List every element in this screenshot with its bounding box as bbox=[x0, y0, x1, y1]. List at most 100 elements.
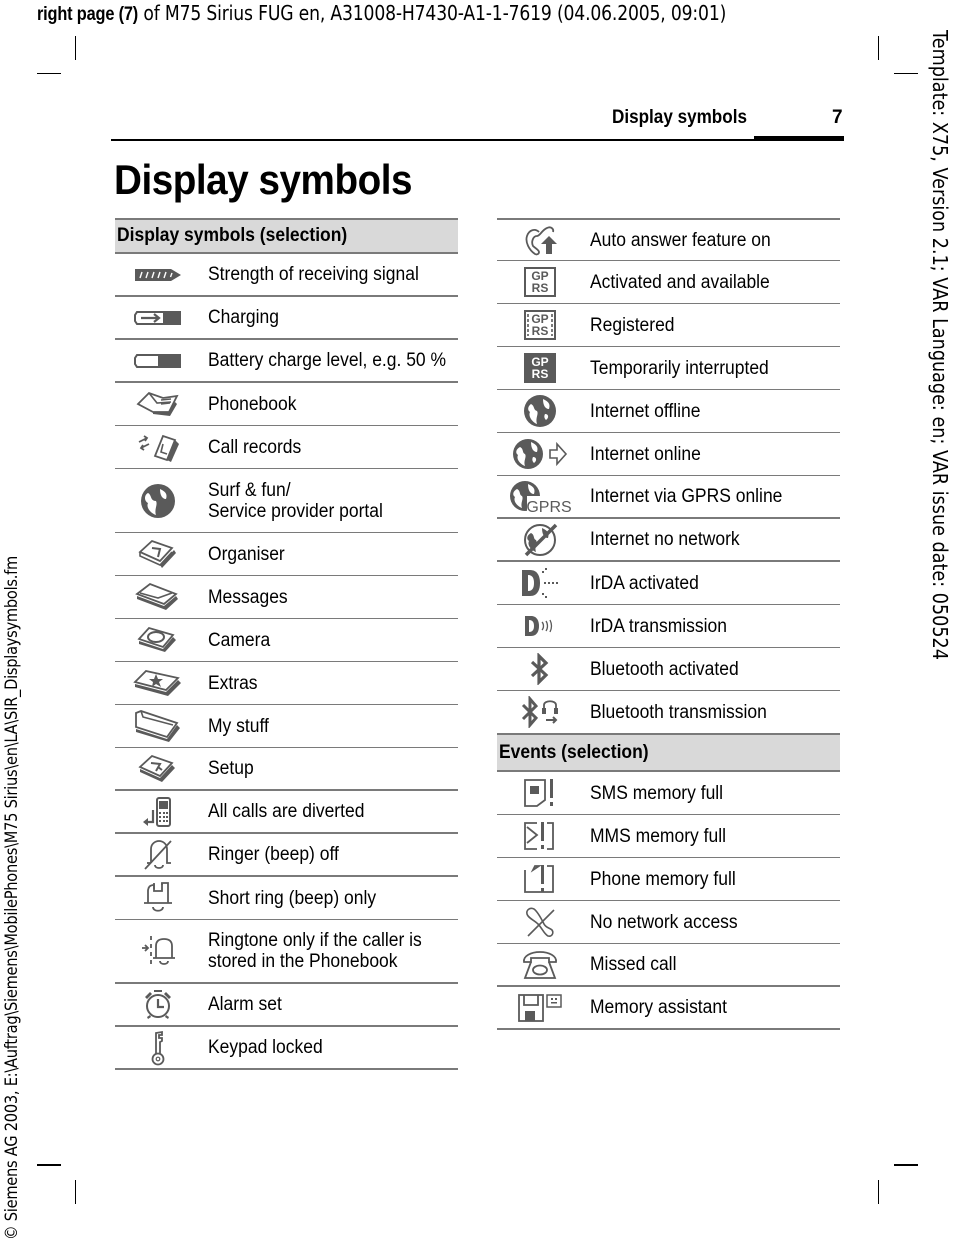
file-path-text: © Siemens AG 2003, E:\Auftrag\Siemens\Mo… bbox=[2, 555, 22, 1240]
table-row: Ringer (beep) off bbox=[115, 834, 458, 877]
internet-no-network-icon bbox=[497, 523, 583, 557]
ringtone-phonebook-icon bbox=[115, 934, 201, 968]
table-row: Extras bbox=[115, 662, 458, 705]
no-network-icon bbox=[497, 906, 583, 938]
row-label: Short ring (beep) only bbox=[208, 887, 377, 909]
row-label: Auto answer feature on bbox=[590, 229, 771, 251]
display-symbols-table-continued: Auto answer feature on GP RS Activated an… bbox=[497, 218, 840, 1030]
row-label: Memory assistant bbox=[590, 997, 727, 1018]
mms-memory-full-icon bbox=[497, 821, 583, 851]
template-note: Template: X75, Version 2.1; VAR Language… bbox=[928, 30, 952, 746]
row-label: Registered bbox=[590, 314, 675, 336]
internet-gprs-icon: GPRS bbox=[497, 480, 583, 514]
section-header-label: Events (selection) bbox=[499, 741, 649, 763]
row-label: Service provider portal bbox=[208, 500, 383, 522]
alarm-clock-icon bbox=[115, 989, 201, 1021]
table-row: MMS memory full bbox=[497, 815, 840, 858]
table-row: IrDA transmission bbox=[497, 605, 840, 648]
section-header: Display symbols (selection) bbox=[115, 218, 458, 254]
row-label: Ringtone only if the caller is bbox=[208, 930, 422, 951]
irda-activated-icon bbox=[497, 567, 583, 599]
row-label: Internet no network bbox=[590, 529, 740, 550]
row-label: Ringer (beep) off bbox=[208, 844, 339, 865]
table-row: IrDA activated bbox=[497, 562, 840, 605]
row-label: Call records bbox=[208, 436, 302, 458]
section-header-label: Display symbols (selection) bbox=[117, 225, 348, 246]
row-label: My stuff bbox=[208, 715, 269, 737]
table-row: Internet offline bbox=[497, 390, 840, 433]
gprs-registered-icon: GP RS bbox=[497, 310, 583, 340]
bluetooth-transmission-icon bbox=[497, 696, 583, 728]
extras-icon bbox=[115, 668, 201, 698]
globe-icon bbox=[115, 483, 201, 519]
table-row: Ringtone only if the caller is stored in … bbox=[115, 920, 458, 984]
row-label: Setup bbox=[208, 758, 254, 779]
row-label: Extras bbox=[208, 672, 258, 694]
crop-mark bbox=[37, 1164, 61, 1166]
row-label: Battery charge level, e.g. 50 % bbox=[208, 350, 447, 371]
crop-mark bbox=[75, 36, 76, 60]
row-label: Temporarily interrupted bbox=[590, 357, 769, 379]
table-row: GP RS Temporarily interrupted bbox=[497, 347, 840, 390]
running-head-title: Display symbols bbox=[612, 107, 747, 128]
row-label: Alarm set bbox=[208, 994, 282, 1015]
row-label: All calls are diverted bbox=[208, 801, 365, 822]
memory-assistant-icon bbox=[497, 993, 583, 1023]
table-row: Missed call bbox=[497, 944, 840, 987]
display-symbols-table: Display symbols (selection) Strength of … bbox=[115, 218, 458, 1070]
table-row: Phonebook bbox=[115, 383, 458, 426]
gprs-available-icon: GP RS bbox=[497, 267, 583, 297]
table-row: Auto answer feature on bbox=[497, 218, 840, 261]
table-row: GP RS Activated and available bbox=[497, 261, 840, 304]
table-row: Camera bbox=[115, 619, 458, 662]
row-label: Strength of receiving signal bbox=[208, 264, 419, 285]
table-row: Internet no network bbox=[497, 519, 840, 562]
row-label: Internet via GPRS online bbox=[590, 486, 783, 507]
short-ring-icon bbox=[115, 881, 201, 915]
table-row: GPRS Internet via GPRS online bbox=[497, 476, 840, 519]
row-label: Phone memory full bbox=[590, 868, 736, 890]
table-row: SMS memory full bbox=[497, 772, 840, 815]
table-row: My stuff bbox=[115, 705, 458, 748]
row-label: Charging bbox=[208, 307, 279, 328]
gprs-interrupted-icon: GP RS bbox=[497, 353, 583, 383]
row-label: Internet online bbox=[590, 443, 701, 465]
header-rule-accent bbox=[754, 136, 844, 141]
setup-icon bbox=[115, 754, 201, 784]
template-text: Template: X75, Version 2.1; VAR Language… bbox=[928, 30, 952, 660]
table-row: Memory assistant bbox=[497, 987, 840, 1030]
crop-mark bbox=[894, 73, 918, 74]
row-label: No network access bbox=[590, 911, 738, 933]
signal-strength-icon bbox=[115, 266, 201, 284]
table-row: Battery charge level, e.g. 50 % bbox=[115, 340, 458, 383]
organiser-icon bbox=[115, 539, 201, 569]
row-label: IrDA transmission bbox=[590, 615, 727, 637]
row-label: Keypad locked bbox=[208, 1037, 323, 1058]
row-label: Missed call bbox=[590, 954, 677, 975]
table-row: Keypad locked bbox=[115, 1027, 458, 1070]
row-label: Surf & fun/ bbox=[208, 479, 291, 501]
gprs-text: RS bbox=[532, 281, 549, 295]
section-header: Events (selection) bbox=[497, 734, 840, 772]
job-document-ref: of M75 Sirius FUG en, A31008-H7430-A1-1-… bbox=[138, 1, 727, 25]
table-row: Setup bbox=[115, 748, 458, 791]
row-label: IrDA activated bbox=[590, 572, 699, 594]
gprs-text: RS bbox=[532, 324, 549, 338]
call-divert-icon bbox=[115, 796, 201, 828]
gprs-text: GPRS bbox=[526, 499, 571, 514]
crop-mark bbox=[878, 1180, 879, 1204]
job-page-ref: right page (7) bbox=[37, 4, 139, 25]
phonebook-icon bbox=[115, 390, 201, 418]
ringer-off-icon bbox=[115, 839, 201, 871]
table-row: Bluetooth transmission bbox=[497, 691, 840, 734]
call-records-icon bbox=[115, 432, 201, 462]
header-rule bbox=[111, 139, 754, 141]
internet-online-icon bbox=[497, 438, 583, 470]
crop-mark bbox=[894, 1164, 918, 1166]
row-label: Bluetooth activated bbox=[590, 658, 739, 680]
row-label: Bluetooth transmission bbox=[590, 701, 767, 723]
table-row: Alarm set bbox=[115, 984, 458, 1027]
crop-mark bbox=[878, 36, 879, 60]
row-label: Organiser bbox=[208, 543, 285, 565]
table-row: All calls are diverted bbox=[115, 791, 458, 834]
